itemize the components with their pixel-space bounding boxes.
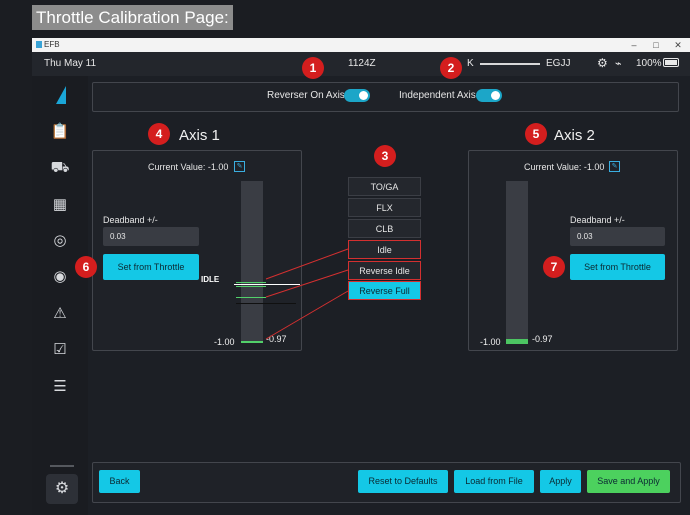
annotation-badge-7: 7 [543,256,565,278]
load-from-file-button[interactable]: Load from File [454,470,534,493]
annotation-badge-5: 5 [525,123,547,145]
axis2-marker [506,339,528,344]
reset-to-defaults-button[interactable]: Reset to Defaults [358,470,448,493]
axis2-set-from-throttle-button[interactable]: Set from Throttle [570,254,665,280]
annotation-badge-4: 4 [148,123,170,145]
annotation-badge-1: 1 [302,57,324,79]
apply-button[interactable]: Apply [540,470,581,493]
axis2-current-value: Current Value: -1.00 [524,162,605,172]
axis2-bar [506,181,528,343]
annotation-badge-6: 6 [75,256,97,278]
annotation-line-reverse-full [265,290,349,340]
save-and-apply-button[interactable]: Save and Apply [587,470,670,493]
axis2-min-label: -1.00 [480,337,501,347]
axis2-deadband-input[interactable]: 0.03 [570,227,665,246]
back-button[interactable]: Back [99,470,140,493]
axis2-edit-icon[interactable]: ✎ [609,161,620,172]
annotation-badge-2: 2 [440,57,462,79]
axis2-panel [468,150,678,351]
axis2-marker-label: -0.97 [532,334,553,344]
axis2-deadband-label: Deadband +/- [570,215,625,225]
annotation-badge-3: 3 [374,145,396,167]
axis2-title: Axis 2 [554,127,595,144]
